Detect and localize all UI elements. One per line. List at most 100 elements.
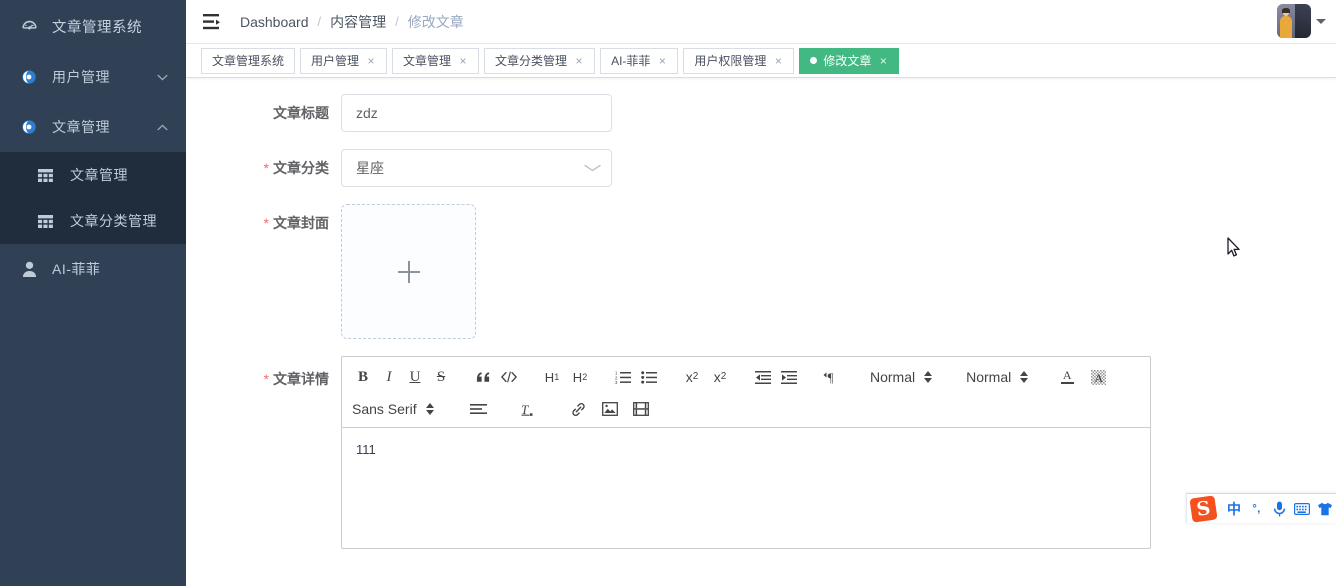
background-color-icon[interactable]: A xyxy=(1086,365,1110,389)
sidebar-subitem-label: 文章管理 xyxy=(70,167,128,183)
editor-toolbar-row-2: Sans Serif T xyxy=(350,397,1142,421)
skin-toolbox-icon[interactable] xyxy=(1313,496,1336,522)
sidebar-item-user-management[interactable]: 用户管理 xyxy=(0,52,186,102)
menu-fold-icon[interactable] xyxy=(202,11,224,33)
editor-group-lists: 1 2 3 xyxy=(610,365,662,389)
breadcrumb-separator: / xyxy=(395,14,399,29)
breadcrumb-item-content-management[interactable]: 内容管理 xyxy=(330,12,386,32)
sidebar-item-article-management[interactable]: 文章管理 xyxy=(0,102,186,152)
sidebar-submenu: 文章管理 文章分类管理 xyxy=(0,152,186,244)
form-item-title: 文章标题 zdz xyxy=(186,94,1336,132)
editor-group-format: B I U S xyxy=(350,365,454,389)
tab-article-system[interactable]: 文章管理系统 xyxy=(201,47,296,74)
editor-group-color: A A xyxy=(1054,365,1111,389)
outdent-icon[interactable] xyxy=(751,365,775,389)
indent-icon[interactable] xyxy=(777,365,801,389)
form-label-cover-text: 文章封面 xyxy=(273,215,329,231)
sidebar-logo[interactable]: 文章管理系统 xyxy=(0,0,186,52)
tab-user-management[interactable]: 用户管理 × xyxy=(300,47,388,74)
close-icon[interactable]: × xyxy=(574,55,584,67)
editor-paragraph: 111 xyxy=(356,442,376,457)
tab-label: 文章分类管理 xyxy=(495,54,568,68)
form-label-title: 文章标题 xyxy=(273,105,329,121)
editor-group-block xyxy=(470,365,522,389)
chinese-english-toggle-icon[interactable]: 中 xyxy=(1223,496,1246,522)
picker-arrows-icon xyxy=(1020,371,1029,383)
breadcrumb-item-dashboard[interactable]: Dashboard xyxy=(240,14,309,30)
tab-label: 用户权限管理 xyxy=(694,54,767,68)
tabs-bar: 文章管理系统 用户管理 × 文章管理 × 文章分类管理 × AI-菲菲 × 用户… xyxy=(186,44,1336,78)
editor-toolbar: B I U S H 1 H 2 1 2 3 x 2 x 2 ¶ Normal N… xyxy=(342,357,1150,428)
svg-text:¶: ¶ xyxy=(828,370,834,384)
sidebar-item-label: 用户管理 xyxy=(52,69,110,85)
editor-header-picker[interactable]: Normal xyxy=(966,365,1029,389)
list-bullet-icon[interactable] xyxy=(637,365,661,389)
tab-ai-feifei[interactable]: AI-菲菲 × xyxy=(600,47,679,74)
user-menu[interactable] xyxy=(1277,4,1326,38)
editor-group-indent xyxy=(750,365,802,389)
text-color-letter: A xyxy=(1062,368,1072,382)
sogou-ime-toolbar: S 中 °, xyxy=(1186,493,1336,523)
tab-label: AI-菲菲 xyxy=(611,54,651,68)
align-icon[interactable] xyxy=(467,397,491,421)
close-icon[interactable]: × xyxy=(657,55,667,67)
article-category-value: 星座 xyxy=(356,160,384,176)
blockquote-icon[interactable] xyxy=(471,365,495,389)
chevron-down-icon[interactable] xyxy=(1316,18,1326,24)
sidebar-item-label: AI-菲菲 xyxy=(52,261,101,277)
close-icon[interactable]: × xyxy=(773,55,783,67)
close-icon[interactable]: × xyxy=(366,55,376,67)
text-direction-icon[interactable]: ¶ xyxy=(819,365,843,389)
sidebar-subitem-article-category[interactable]: 文章分类管理 xyxy=(0,198,186,244)
tab-article-management[interactable]: 文章管理 × xyxy=(392,47,480,74)
avatar[interactable] xyxy=(1277,4,1311,38)
header-1-icon[interactable]: H1 xyxy=(539,365,565,389)
close-icon[interactable]: × xyxy=(878,55,888,67)
punctuation-toggle-icon[interactable]: °, xyxy=(1245,496,1268,522)
code-block-icon[interactable] xyxy=(497,365,521,389)
tab-edit-article[interactable]: 修改文章 × xyxy=(799,47,900,74)
video-icon[interactable] xyxy=(629,397,653,421)
clear-format-icon[interactable]: T xyxy=(517,397,543,421)
editor-group-script: x2 x2 xyxy=(678,365,734,389)
app-root: 文章管理系统 用户管理 文章管理 文章管理 文章分类管理 AI-菲菲 Dashb… xyxy=(0,0,1336,586)
superscript-icon[interactable]: x2 xyxy=(707,365,733,389)
module-icon xyxy=(18,118,40,136)
sogou-logo-letter: S xyxy=(1189,494,1218,523)
required-marker: * xyxy=(263,215,269,231)
tab-user-permission-management[interactable]: 用户权限管理 × xyxy=(683,47,795,74)
svg-text:3: 3 xyxy=(615,380,618,384)
editor-content[interactable]: 111 xyxy=(342,428,1150,548)
editor-font-picker[interactable]: Sans Serif xyxy=(352,397,434,421)
image-icon[interactable] xyxy=(598,397,622,421)
voice-input-icon[interactable] xyxy=(1268,496,1291,522)
list-ordered-icon[interactable]: 1 2 3 xyxy=(611,365,635,389)
main-area: Dashboard / 内容管理 / 修改文章 文章管理系统 用户管理 × 文章… xyxy=(186,0,1336,586)
text-color-icon[interactable]: A xyxy=(1055,365,1079,389)
underline-icon[interactable]: U xyxy=(403,365,427,389)
subscript-icon[interactable]: x2 xyxy=(679,365,705,389)
bold-icon[interactable]: B xyxy=(351,365,375,389)
link-icon[interactable] xyxy=(567,397,591,421)
form-item-category: * 文章分类 星座 xyxy=(186,149,1336,187)
article-title-input[interactable]: zdz xyxy=(341,94,612,132)
sidebar-subitem-label: 文章分类管理 xyxy=(70,213,157,229)
italic-icon[interactable]: I xyxy=(377,365,401,389)
bg-letter: A xyxy=(1094,371,1103,385)
close-icon[interactable]: × xyxy=(458,55,468,67)
active-dot-icon xyxy=(810,57,818,64)
editor-size-picker[interactable]: Normal xyxy=(870,365,933,389)
tab-article-category-management[interactable]: 文章分类管理 × xyxy=(484,47,596,74)
editor-toolbar-row-1: B I U S H 1 H 2 1 2 3 x 2 x 2 ¶ Normal N… xyxy=(350,365,1142,389)
sidebar-item-ai-feifei[interactable]: AI-菲菲 xyxy=(0,244,186,294)
editor-size-value: Normal xyxy=(870,369,916,385)
tab-label: 修改文章 xyxy=(823,54,872,68)
article-form: 文章标题 zdz * 文章分类 星座 * 文章封面 * 文章详情 B I U S… xyxy=(186,78,1336,549)
soft-keyboard-icon[interactable] xyxy=(1291,496,1314,522)
sogou-logo-icon[interactable]: S xyxy=(1189,494,1219,523)
header-2-icon[interactable]: H2 xyxy=(567,365,593,389)
sidebar-subitem-article-list[interactable]: 文章管理 xyxy=(0,152,186,198)
article-category-select[interactable]: 星座 xyxy=(341,149,612,187)
strike-icon[interactable]: S xyxy=(429,365,453,389)
cover-upload-dropzone[interactable] xyxy=(341,204,476,339)
